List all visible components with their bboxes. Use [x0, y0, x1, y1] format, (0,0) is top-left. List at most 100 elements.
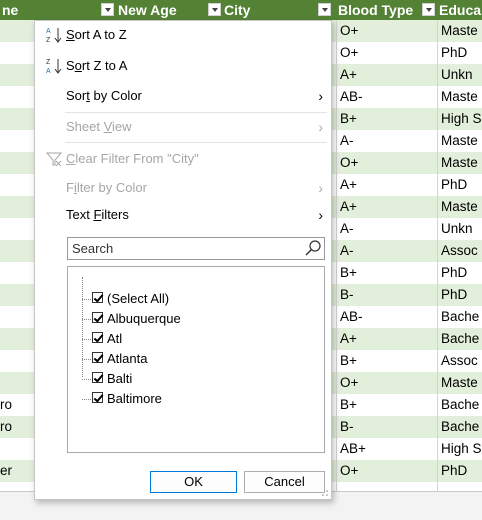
sort-by-color-item[interactable]: Sort by Color › — [35, 82, 331, 110]
cell-blood-type[interactable]: B+ — [338, 108, 436, 130]
cell-blood-type[interactable]: O+ — [338, 460, 436, 482]
cell-blood-type[interactable]: A- — [338, 240, 436, 262]
cell-name-fragment[interactable] — [0, 306, 34, 328]
checkbox-checked-icon[interactable] — [92, 392, 103, 403]
cell-education[interactable]: Maste — [438, 196, 482, 218]
cell-education[interactable]: Assoc — [438, 240, 482, 262]
cell-education[interactable]: High S — [438, 438, 482, 460]
cell-education[interactable]: Maste — [438, 20, 482, 42]
cell-blood-type[interactable]: A- — [338, 218, 436, 240]
header-new-age: New Age — [118, 2, 177, 18]
sort-z-to-a-pre: S — [66, 58, 75, 73]
cell-blood-type[interactable]: O+ — [338, 42, 436, 64]
cell-name-fragment[interactable] — [0, 372, 34, 394]
cell-education[interactable]: Bache — [438, 306, 482, 328]
cell-education[interactable]: Maste — [438, 130, 482, 152]
cell-education[interactable]: Maste — [438, 372, 482, 394]
filter-dropdown-button-new-age[interactable] — [208, 3, 221, 16]
cell-education[interactable]: Unkn — [438, 64, 482, 86]
cell-name-fragment[interactable] — [0, 108, 34, 130]
cell-blood-type[interactable]: A+ — [338, 174, 436, 196]
cell-blood-type[interactable]: O+ — [338, 372, 436, 394]
sort-a-to-z-item[interactable]: A Z Sort A to Z — [35, 21, 331, 49]
cell-name-fragment[interactable]: er — [0, 460, 34, 482]
autofilter-menu: A Z Sort A to Z Z A Sort Z to A Sort by … — [34, 20, 332, 500]
cell-education[interactable]: Maste — [438, 152, 482, 174]
chevron-right-icon: › — [318, 207, 323, 223]
tree-connector — [82, 359, 91, 360]
sheet-view-pre: Sheet — [66, 119, 104, 134]
tree-connector — [82, 319, 91, 320]
cell-name-fragment[interactable] — [0, 438, 34, 460]
search-icon — [305, 240, 321, 256]
checkbox-checked-icon[interactable] — [92, 352, 103, 363]
cell-name-fragment[interactable]: ro — [0, 394, 34, 416]
search-input[interactable]: Search — [67, 237, 325, 260]
cell-blood-type[interactable]: A+ — [338, 328, 436, 350]
clear-filter-item: Clear Filter From "City" — [35, 145, 331, 173]
checkbox-checked-icon[interactable] — [92, 292, 103, 303]
filter-by-color-post: lter by Color — [76, 180, 147, 195]
tree-connector — [82, 277, 84, 377]
filter-dropdown-button-city[interactable] — [318, 3, 331, 16]
tree-connector — [82, 379, 91, 380]
cancel-button[interactable]: Cancel — [244, 471, 325, 493]
cell-blood-type[interactable]: A+ — [338, 64, 436, 86]
cell-education[interactable]: PhD — [438, 174, 482, 196]
cell-name-fragment[interactable] — [0, 284, 34, 306]
resize-grip-icon[interactable] — [321, 489, 329, 497]
filter-dropdown-button-name[interactable] — [101, 3, 114, 16]
cell-education[interactable]: PhD — [438, 42, 482, 64]
cell-name-fragment[interactable] — [0, 328, 34, 350]
cell-education[interactable]: PhD — [438, 460, 482, 482]
cell-name-fragment[interactable] — [0, 20, 34, 42]
filter-dropdown-button-blood-type[interactable] — [422, 3, 435, 16]
cell-education[interactable]: Assoc — [438, 350, 482, 372]
cell-blood-type[interactable]: AB- — [338, 86, 436, 108]
menu-separator — [65, 142, 327, 143]
cell-blood-type[interactable]: B- — [338, 284, 436, 306]
cell-blood-type[interactable]: B- — [338, 416, 436, 438]
clear-filter-icon — [46, 152, 62, 167]
cell-name-fragment[interactable] — [0, 174, 34, 196]
cell-blood-type[interactable]: O+ — [338, 20, 436, 42]
cell-name-fragment[interactable] — [0, 240, 34, 262]
filter-values-list[interactable]: (Select All) Albuquerque Atl Atlanta Balti Ba… — [67, 266, 325, 453]
cell-name-fragment[interactable] — [0, 42, 34, 64]
cell-education[interactable]: High S — [438, 108, 482, 130]
ok-button[interactable]: OK — [150, 471, 237, 493]
cell-blood-type[interactable]: O+ — [338, 152, 436, 174]
cell-blood-type[interactable]: AB- — [338, 306, 436, 328]
checkbox-checked-icon[interactable] — [92, 332, 103, 343]
cell-name-fragment[interactable] — [0, 152, 34, 174]
svg-text:Z: Z — [46, 37, 51, 44]
filter-value-label: (Select All) — [107, 291, 170, 306]
cell-blood-type[interactable]: B+ — [338, 394, 436, 416]
cell-name-fragment[interactable] — [0, 130, 34, 152]
cell-blood-type[interactable]: A+ — [338, 196, 436, 218]
cell-blood-type[interactable]: AB+ — [338, 438, 436, 460]
cell-education[interactable]: Bache — [438, 394, 482, 416]
cell-name-fragment[interactable] — [0, 64, 34, 86]
cell-education[interactable]: PhD — [438, 284, 482, 306]
checkbox-checked-icon[interactable] — [92, 372, 103, 383]
text-filters-item[interactable]: Text Filters › — [35, 201, 331, 229]
sort-ascending-icon: A Z — [46, 28, 62, 44]
cell-education[interactable]: Unkn — [438, 218, 482, 240]
cell-education[interactable]: PhD — [438, 262, 482, 284]
cell-name-fragment[interactable]: ro — [0, 416, 34, 438]
cell-blood-type[interactable]: B+ — [338, 350, 436, 372]
cell-education[interactable]: Bache — [438, 416, 482, 438]
cell-name-fragment[interactable] — [0, 350, 34, 372]
cell-name-fragment[interactable] — [0, 218, 34, 240]
cell-blood-type[interactable]: B+ — [338, 262, 436, 284]
filter-by-color-pre: F — [66, 180, 74, 195]
sort-z-to-a-item[interactable]: Z A Sort Z to A — [35, 52, 331, 80]
cell-education[interactable]: Bache — [438, 328, 482, 350]
cell-name-fragment[interactable] — [0, 262, 34, 284]
cell-blood-type[interactable]: A- — [338, 130, 436, 152]
cell-education[interactable]: Maste — [438, 86, 482, 108]
cell-name-fragment[interactable] — [0, 86, 34, 108]
cell-name-fragment[interactable] — [0, 196, 34, 218]
checkbox-checked-icon[interactable] — [92, 312, 103, 323]
